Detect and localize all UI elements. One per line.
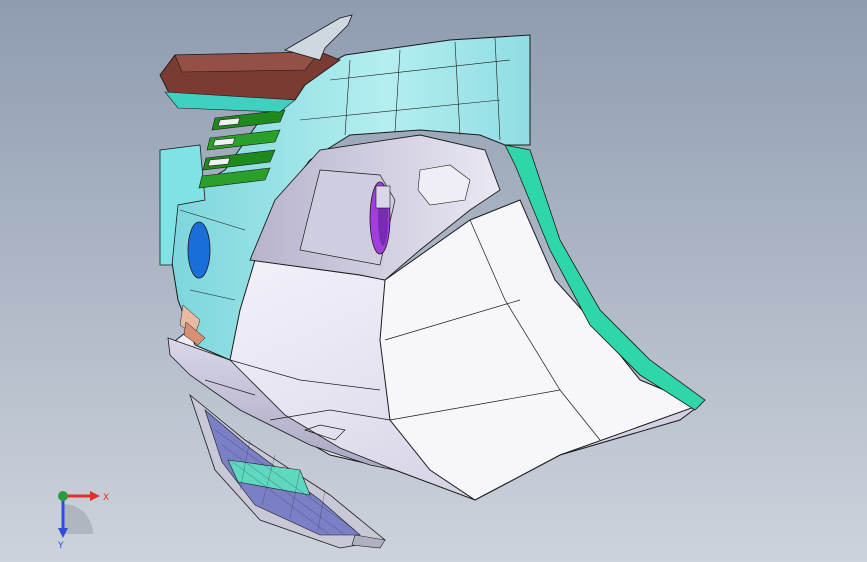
coordinate-triad: X Y [57, 491, 109, 551]
cad-viewport[interactable]: X Y [0, 0, 867, 562]
3d-model-render[interactable] [0, 0, 867, 562]
y-axis-label: Y [57, 541, 64, 551]
x-axis-label: X [103, 493, 109, 503]
purple-ring [369, 181, 391, 255]
blue-port [187, 221, 211, 279]
top-bracket [283, 14, 353, 61]
